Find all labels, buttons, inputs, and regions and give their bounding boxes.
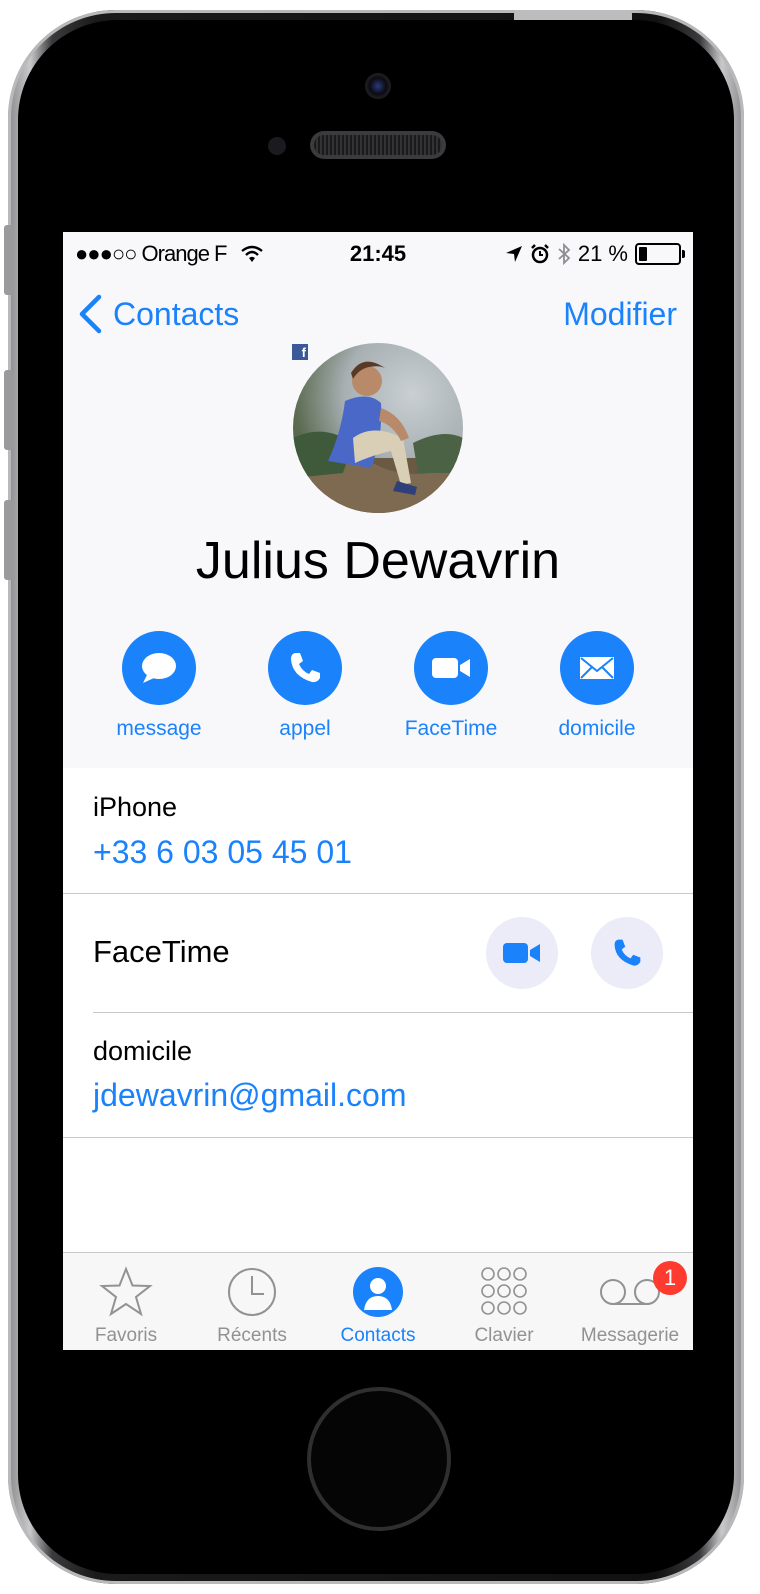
volume-up-button xyxy=(4,370,14,450)
mail-action-label: domicile xyxy=(558,717,636,740)
earpiece-speaker xyxy=(310,131,446,159)
facetime-label: FaceTime xyxy=(93,934,230,969)
quick-actions: message appel FaceTime domicile xyxy=(63,631,693,751)
video-camera-icon xyxy=(503,943,540,963)
message-bubble-icon xyxy=(122,631,196,705)
tab-contacts[interactable]: Contacts xyxy=(315,1253,441,1350)
email-row[interactable]: domicile jdewavrin@gmail.com xyxy=(63,1013,693,1137)
tab-recents[interactable]: Récents xyxy=(189,1253,315,1350)
phone-row[interactable]: iPhone +33 6 03 05 45 01 xyxy=(63,768,693,893)
message-action[interactable]: message xyxy=(99,631,219,741)
avatar-photo xyxy=(293,361,463,513)
keypad-icon xyxy=(441,1265,567,1319)
phone-icon xyxy=(268,631,342,705)
envelope-icon xyxy=(560,631,634,705)
contact-name: Julius Dewavrin xyxy=(195,532,561,590)
person-icon xyxy=(315,1265,441,1319)
screen: ●●●○○ Orange F 21:45 21 % Contacts Modif… xyxy=(63,232,693,1350)
bluetooth-icon xyxy=(558,243,571,265)
voicemail-count-badge: 1 xyxy=(653,1261,687,1295)
location-arrow-icon xyxy=(505,246,522,262)
facetime-audio-button[interactable] xyxy=(591,917,663,989)
volume-down-button xyxy=(4,500,14,580)
tab-messagerie[interactable]: 1 Messagerie xyxy=(567,1253,693,1350)
facebook-source-icon: f xyxy=(292,344,308,360)
status-bar: ●●●○○ Orange F 21:45 21 % xyxy=(63,232,693,276)
contact-header: Contacts Modifier f Julius Dewavrin mess… xyxy=(63,276,693,768)
email-address[interactable]: jdewavrin@gmail.com xyxy=(93,1077,406,1114)
status-icons: 21 % xyxy=(505,241,685,267)
chevron-left-icon xyxy=(79,294,102,334)
battery-icon xyxy=(635,243,685,265)
star-icon xyxy=(63,1265,189,1319)
power-button xyxy=(514,10,632,20)
tab-label: Favoris xyxy=(94,1325,158,1346)
facetime-action-label: FaceTime xyxy=(404,717,498,740)
tab-label: Messagerie xyxy=(580,1325,680,1346)
home-button[interactable] xyxy=(311,1391,447,1527)
facetime-action[interactable]: FaceTime xyxy=(391,631,511,741)
tab-label: Récents xyxy=(217,1325,287,1346)
phone-number[interactable]: +33 6 03 05 45 01 xyxy=(93,834,352,871)
tab-label: Clavier xyxy=(474,1325,534,1346)
tab-clavier[interactable]: Clavier xyxy=(441,1253,567,1350)
back-label: Contacts xyxy=(113,295,240,332)
front-camera xyxy=(365,73,391,99)
alarm-icon xyxy=(530,244,549,264)
divider xyxy=(63,1137,693,1138)
proximity-sensor xyxy=(268,137,286,155)
back-button[interactable]: Contacts xyxy=(77,294,239,334)
email-label: domicile xyxy=(93,1036,193,1066)
message-action-label: message xyxy=(116,717,202,740)
call-action[interactable]: appel xyxy=(245,631,365,741)
phone-label: iPhone xyxy=(93,792,178,822)
tab-favoris[interactable]: Favoris xyxy=(63,1253,189,1350)
mute-switch xyxy=(4,225,14,295)
tab-label: Contacts xyxy=(340,1325,416,1346)
edit-button[interactable]: Modifier xyxy=(563,296,677,333)
call-action-label: appel xyxy=(279,717,331,740)
clock-icon xyxy=(189,1265,315,1319)
battery-percent: 21 % xyxy=(577,241,628,266)
phone-icon xyxy=(614,939,641,966)
video-camera-icon xyxy=(414,631,488,705)
tab-bar: Favoris Récents Contacts Clavier 1 Messa… xyxy=(63,1252,693,1350)
mail-action[interactable]: domicile xyxy=(537,631,657,741)
facetime-video-button[interactable] xyxy=(486,917,558,989)
facetime-row: FaceTime xyxy=(63,894,693,1012)
avatar xyxy=(293,343,463,513)
